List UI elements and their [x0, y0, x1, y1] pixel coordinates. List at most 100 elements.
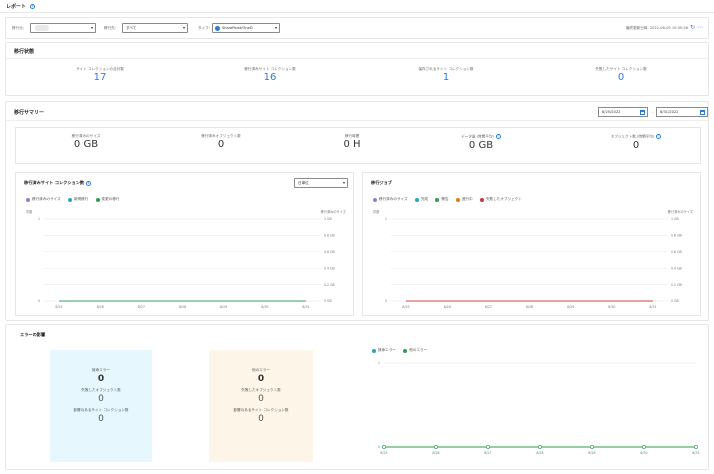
other-errors-value[interactable]: 0: [209, 374, 313, 384]
y-tick-label: 0: [378, 445, 380, 449]
legend-dot: [435, 197, 440, 202]
source-avatar: [35, 25, 49, 31]
affected-sites-label: 影響のあるサイト コレクション数: [73, 408, 129, 412]
y-right-tick-label: 1 GB: [671, 217, 679, 221]
legend-item[interactable]: 致命エラー: [372, 348, 396, 353]
errors-card: エラーの影響 致命エラー 0 失敗したオブジェクト数 0 影響のあるサイト コレ…: [5, 324, 709, 470]
critical-errors-label: 致命エラー: [92, 368, 110, 372]
stat-total-sites: サイト コレクションの合計数 17: [58, 67, 142, 83]
info-icon[interactable]: i: [656, 134, 662, 139]
chevron-down-icon: ▾: [274, 25, 277, 30]
x-tick-label: 8/27: [138, 305, 145, 309]
x-tick-label: 8/29: [588, 451, 595, 455]
y-right-tick-label: 0.8 GB: [324, 234, 335, 238]
dest-dropdown[interactable]: すべて ▾: [122, 23, 188, 33]
summary-title: 移行サマリー: [14, 110, 45, 116]
stat-value[interactable]: 16: [228, 72, 312, 83]
y-left-tick-label: 1: [385, 217, 387, 221]
data-point: [382, 445, 386, 449]
critical-errors-panel: 致命エラー 0 失敗したオブジェクト数 0 影響のあるサイト コレクション数 0: [50, 350, 152, 462]
legend-item[interactable]: 新規移行: [67, 197, 89, 202]
source-dropdown[interactable]: ▾: [30, 23, 96, 33]
type-value: SharePoint/OneD: [222, 26, 253, 30]
stat-migrated-sites: 移行済みサイト コレクション数 16: [228, 67, 312, 83]
legend-label: 移行済みのサイズ: [379, 197, 408, 201]
summary-stats-box: 移行済みのサイズ 0 GB 移行済みオブジェクト数 0 移行時間 0 H データ…: [15, 127, 701, 164]
date-from-input[interactable]: 8/25/2022: [598, 107, 648, 117]
stat-value[interactable]: 17: [58, 72, 142, 83]
x-tick-label: 8/26: [444, 305, 451, 309]
legend-label: 致命エラー: [378, 348, 396, 352]
x-tick-label: 8/27: [485, 305, 492, 309]
legend-dot: [414, 197, 419, 202]
stat-failed-sites: 失敗したサイト コレクション数 0: [579, 67, 663, 83]
range-dropdown[interactable]: 日単位 ▾: [294, 178, 348, 188]
x-tick-label: 8/31: [302, 305, 309, 309]
critical-errors-value[interactable]: 0: [50, 374, 152, 384]
y-right-tick-label: 0.6 GB: [324, 250, 335, 254]
y-left-tick-label: 0: [38, 299, 40, 303]
stat-migration-time: 移行時間 0 H: [310, 134, 394, 150]
status-card: 移行状態 サイト コレクションの合計数 17 移行済みサイト コレクション数 1…: [5, 42, 709, 96]
legend-label: 新規移行: [73, 197, 89, 201]
y-right-tick-label: 0.8 GB: [671, 234, 682, 238]
y-left-tick-label: 0: [385, 299, 387, 303]
legend-item[interactable]: 変更の移行: [95, 197, 120, 202]
date-to-input[interactable]: 8/31/2022: [656, 107, 708, 117]
info-icon[interactable]: i: [495, 134, 501, 139]
filter-bar: 移行元: ▾ 移行先: すべて ▾ タイプ: SharePoint/OneD ▾…: [5, 17, 709, 39]
legend-item[interactable]: 他のエラー: [403, 348, 427, 353]
settings-icon[interactable]: ⋯: [697, 24, 703, 31]
y-right-tick-label: 0 GB: [671, 299, 679, 303]
type-dropdown[interactable]: SharePoint/OneD ▾: [212, 23, 280, 33]
summary-divider: [6, 120, 708, 121]
stat-migrated-objects: 移行済みオブジェクト数 0: [179, 134, 263, 150]
chart-left-card: 移行済みサイト コレクション数 i 日単位 ▾ 移行済みのサイズ 新規移行 変更の…: [15, 172, 354, 316]
legend-dot: [95, 197, 100, 202]
data-point: [642, 445, 646, 449]
stat-value[interactable]: 1: [404, 72, 488, 83]
legend-item[interactable]: 失敗したオブジェクト: [479, 197, 522, 202]
dest-value: すべて: [126, 26, 137, 30]
legend-dot: [403, 348, 408, 353]
stat-data-per-hour: データ量 (時間平均) i 0 GB: [439, 134, 523, 151]
x-tick-label: 8/26: [97, 305, 104, 309]
legend-item[interactable]: 警告: [435, 197, 449, 202]
y-left-axis-title: 件数: [26, 209, 33, 214]
y-right-tick-label: 0 GB: [324, 299, 332, 303]
legend-item[interactable]: 移行済みのサイズ: [373, 197, 408, 202]
x-tick-label: 8/31: [649, 305, 656, 309]
status-divider: [6, 58, 708, 59]
legend-dot: [372, 348, 376, 353]
info-icon[interactable]: i: [29, 4, 35, 9]
failed-objects-value: 0: [258, 394, 264, 404]
legend-dot: [479, 197, 484, 202]
date-range-separator: -: [652, 110, 654, 114]
chart-left-legend: 移行済みのサイズ 新規移行 変更の移行: [26, 197, 126, 203]
x-tick-label: 8/30: [261, 305, 268, 309]
legend-dot: [455, 197, 460, 202]
dest-label: 移行先:: [104, 26, 116, 30]
stat-value[interactable]: 0: [579, 72, 663, 83]
stat-value: 0 GB: [73, 139, 99, 150]
x-tick-label: 8/30: [640, 451, 647, 455]
refresh-icon[interactable]: ↻: [690, 24, 695, 31]
y-left-axis-title: 件数: [373, 209, 380, 214]
chart-right-title: 移行ジョブ: [371, 180, 392, 185]
data-point: [590, 445, 594, 449]
legend-item[interactable]: 完成: [414, 197, 428, 202]
legend-label: 失敗したオブジェクト: [485, 197, 522, 201]
header-divider: [0, 12, 714, 13]
legend-item[interactable]: 移行済みのサイズ: [26, 197, 61, 202]
stat-migrated-size: 移行済みのサイズ 0 GB: [44, 134, 128, 150]
x-tick-label: 8/25: [380, 451, 387, 455]
legend-dot: [26, 197, 30, 202]
stat-value: 0 H: [343, 139, 361, 150]
y-right-tick-label: 0.6 GB: [671, 250, 682, 254]
legend-label: 他のエラー: [409, 348, 428, 352]
info-icon[interactable]: i: [86, 180, 92, 186]
errors-title: エラーの影響: [20, 332, 46, 337]
legend-item[interactable]: 進行中: [455, 197, 473, 202]
type-label: タイプ:: [198, 26, 210, 30]
failed-objects-label: 失敗したオブジェクト数: [81, 388, 121, 392]
